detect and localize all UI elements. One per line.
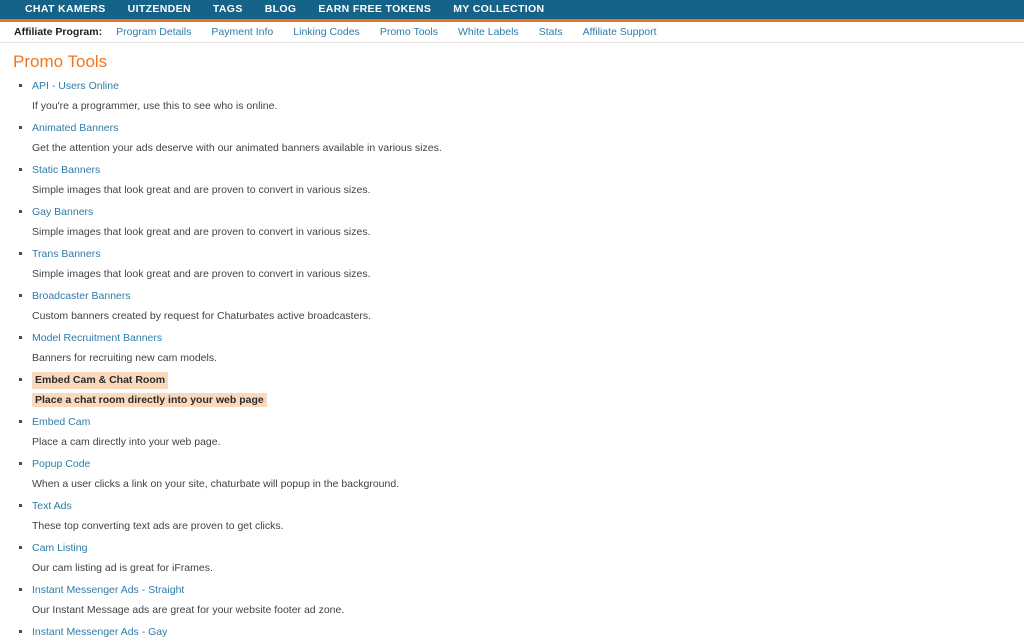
top-nav-item: TAGS [202, 0, 254, 19]
promo-tools-list: API - Users Online If you're a programmer… [13, 78, 1024, 641]
promo-tool-description-text: Place a chat room directly into your web… [32, 393, 267, 408]
affiliate-nav-link-stats[interactable]: Stats [529, 23, 573, 42]
affiliate-nav-link-affiliate-support[interactable]: Affiliate Support [573, 23, 667, 42]
promo-tool-item: Model Recruitment Banners Banners for rec… [19, 330, 1024, 372]
promo-tool-link-api-users-online[interactable]: API - Users Online [32, 78, 119, 95]
promo-tool-link-instant-messenger-ads-straight[interactable]: Instant Messenger Ads - Straight [32, 582, 184, 599]
top-nav-link-tags[interactable]: TAGS [202, 0, 254, 19]
top-nav-list: CHAT KAMERS UITZENDEN TAGS BLOG EARN FREE TO… [14, 0, 555, 19]
promo-tool-item: Cam Listing Our cam listing ad is great f… [19, 540, 1024, 582]
promo-tool-description: Simple images that look great and are pr… [32, 226, 371, 239]
promo-tool-description: Get the attention your ads deserve with … [32, 142, 442, 155]
promo-tool-item: Embed Cam Place a cam directly into your … [19, 414, 1024, 456]
promo-tool-description: When a user clicks a link on your site, … [32, 478, 400, 491]
promo-tool-description: If you're a programmer, use this to see … [32, 100, 278, 113]
promo-tool-description: Place a chat room directly into your web… [32, 389, 1024, 414]
top-nav-link-chat-kamers[interactable]: CHAT KAMERS [14, 0, 117, 19]
promo-tool-item: API - Users Online If you're a programmer… [19, 78, 1024, 120]
top-nav-item: MY COLLECTION [442, 0, 555, 19]
promo-tool-link-popup-code[interactable]: Popup Code [32, 456, 90, 473]
affiliate-nav-item: Stats [529, 23, 573, 42]
affiliate-nav-item: Affiliate Support [573, 23, 667, 42]
promo-tool-link-trans-banners[interactable]: Trans Banners [32, 246, 100, 263]
page-title: Promo Tools [13, 52, 108, 71]
promo-tool-item: Embed Cam & Chat Room Place a chat room d… [19, 372, 1024, 414]
affiliate-nav-item: Program Details [106, 23, 201, 42]
promo-tool-link-embed-cam[interactable]: Embed Cam [32, 414, 90, 431]
promo-tool-description: Place a cam directly into your web page. [32, 436, 221, 449]
promo-tool-description: Banners for recruiting new cam models. [32, 352, 217, 365]
promo-tool-item: Popup Code When a user clicks a link on y… [19, 456, 1024, 498]
promo-tool-item: Static Banners Simple images that look gr… [19, 162, 1024, 204]
affiliate-nav-item: Payment Info [201, 23, 283, 42]
top-nav-link-my-collection[interactable]: MY COLLECTION [442, 0, 555, 19]
affiliate-nav-item: Linking Codes [283, 23, 370, 42]
promo-tool-description: Our cam listing ad is great for iFrames. [32, 562, 213, 575]
affiliate-nav-list: Program Details Payment Info Linking Codes… [106, 23, 666, 42]
affiliate-nav-link-white-labels[interactable]: White Labels [448, 23, 529, 42]
top-nav-link-earn-free-tokens[interactable]: EARN FREE TOKENS [307, 0, 442, 19]
promo-tool-item: Trans Banners Simple images that look gre… [19, 246, 1024, 288]
top-nav-item: BLOG [254, 0, 308, 19]
promo-tool-item: Animated Banners Get the attention your a… [19, 120, 1024, 162]
top-navigation-bar: CHAT KAMERS UITZENDEN TAGS BLOG EARN FREE TO… [0, 0, 1024, 22]
affiliate-nav-item: White Labels [448, 23, 529, 42]
promo-tool-link-gay-banners[interactable]: Gay Banners [32, 204, 93, 221]
promo-tool-description: Simple images that look great and are pr… [32, 268, 371, 281]
affiliate-nav-link-payment-info[interactable]: Payment Info [201, 23, 283, 42]
affiliate-nav-link-linking-codes[interactable]: Linking Codes [283, 23, 370, 42]
promo-tool-description: Simple images that look great and are pr… [32, 184, 371, 197]
promo-tool-item: Gay Banners Simple images that look great… [19, 204, 1024, 246]
promo-tool-link-cam-listing[interactable]: Cam Listing [32, 540, 87, 557]
top-nav-item: CHAT KAMERS [14, 0, 117, 19]
main-content: Promo Tools API - Users Online If you're … [0, 43, 1024, 641]
promo-tool-item: Text Ads These top converting text ads ar… [19, 498, 1024, 540]
promo-tool-description: Custom banners created by request for Ch… [32, 310, 372, 323]
affiliate-nav-item: Promo Tools [370, 23, 448, 42]
promo-tool-link-static-banners[interactable]: Static Banners [32, 162, 100, 179]
promo-tool-description: These top converting text ads are proven… [32, 520, 284, 533]
affiliate-navigation-bar: Affiliate Program: Program Details Paymen… [0, 22, 1024, 43]
promo-tool-description: Our Instant Message ads are great for yo… [32, 604, 345, 617]
promo-tool-item: Instant Messenger Ads - Straight Our Inst… [19, 582, 1024, 624]
affiliate-program-label: Affiliate Program: [14, 26, 103, 38]
promo-tool-link-model-recruitment-banners[interactable]: Model Recruitment Banners [32, 330, 162, 347]
promo-tool-item: Broadcaster Banners Custom banners create… [19, 288, 1024, 330]
top-nav-link-blog[interactable]: BLOG [254, 0, 308, 19]
top-nav-link-uitzenden[interactable]: UITZENDEN [117, 0, 202, 19]
affiliate-nav-link-promo-tools[interactable]: Promo Tools [370, 23, 448, 42]
promo-tool-link-embed-cam-chat-room[interactable]: Embed Cam & Chat Room [32, 372, 169, 390]
promo-tool-link-instant-messenger-ads-gay[interactable]: Instant Messenger Ads - Gay [32, 624, 167, 641]
top-nav-item: UITZENDEN [117, 0, 202, 19]
top-nav-item: EARN FREE TOKENS [307, 0, 442, 19]
promo-tool-item: Instant Messenger Ads - Gay [19, 624, 1024, 641]
promo-tool-link-broadcaster-banners[interactable]: Broadcaster Banners [32, 288, 131, 305]
affiliate-nav-link-program-details[interactable]: Program Details [106, 23, 201, 42]
promo-tool-link-animated-banners[interactable]: Animated Banners [32, 120, 118, 137]
